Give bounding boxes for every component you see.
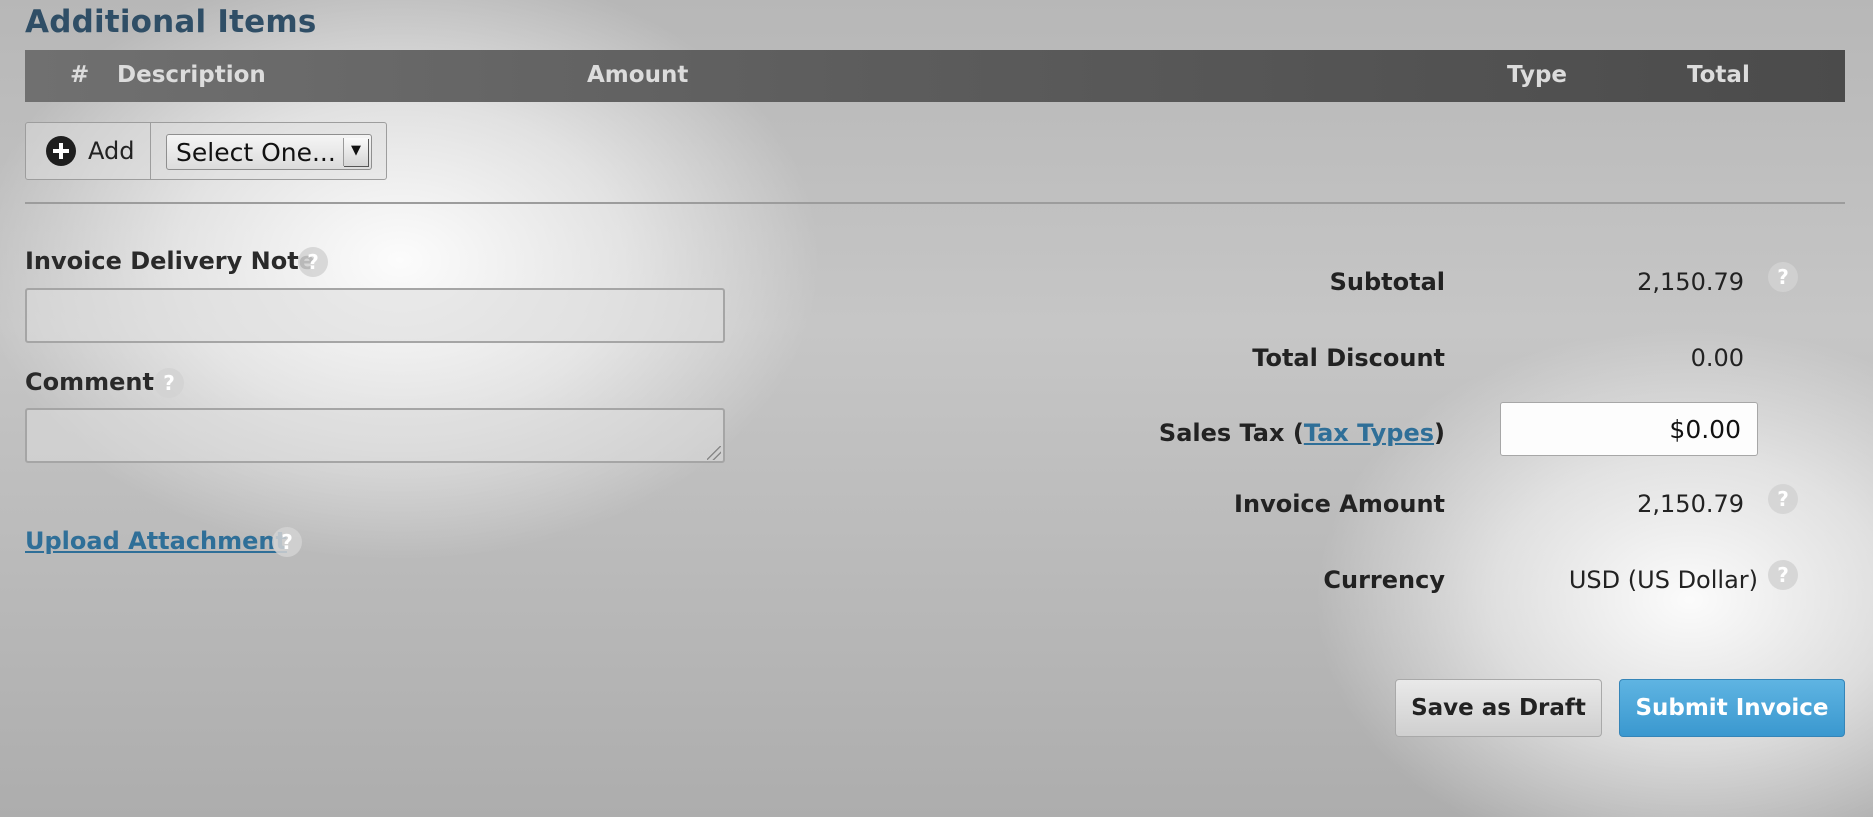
delivery-note-label: Invoice Delivery Note: [25, 247, 315, 275]
save-as-draft-button[interactable]: Save as Draft: [1395, 679, 1602, 737]
resize-handle-icon[interactable]: [707, 446, 721, 460]
column-header-description: Description: [117, 62, 266, 88]
item-type-select[interactable]: Select One... ▼: [166, 134, 372, 170]
items-table-header: # Description Amount Type Total: [25, 50, 1845, 102]
comment-label: Comment: [25, 368, 154, 396]
column-header-amount: Amount: [587, 62, 689, 88]
subtotal-label: Subtotal: [1329, 268, 1445, 296]
section-title: Additional Items: [25, 4, 317, 40]
subtotal-value: 2,150.79: [1637, 268, 1744, 296]
plus-circle-icon: [46, 136, 76, 166]
add-item-toolbar: Add Select One... ▼: [25, 122, 387, 180]
upload-help-icon[interactable]: ?: [272, 527, 302, 557]
sales-tax-label-close: ): [1434, 419, 1445, 447]
comment-help-icon[interactable]: ?: [154, 368, 184, 398]
currency-label: Currency: [1323, 566, 1445, 594]
column-header-number: #: [70, 62, 90, 88]
sales-tax-input[interactable]: [1500, 402, 1758, 456]
invoice-amount-label: Invoice Amount: [1234, 490, 1445, 518]
upload-attachment-link[interactable]: Upload Attachment: [25, 527, 287, 555]
total-discount-value: 0.00: [1690, 344, 1744, 372]
column-header-total: Total: [1687, 62, 1750, 88]
sales-tax-label-text: Sales Tax (: [1158, 419, 1304, 447]
comment-textarea[interactable]: [25, 408, 725, 463]
tax-types-link[interactable]: Tax Types: [1304, 419, 1434, 447]
invoice-amount-value: 2,150.79: [1637, 490, 1744, 518]
sales-tax-label: Sales Tax (Tax Types): [1159, 419, 1445, 447]
section-divider: [25, 202, 1845, 204]
currency-help-icon[interactable]: ?: [1768, 560, 1798, 590]
column-header-type: Type: [1507, 62, 1568, 88]
total-discount-label: Total Discount: [1252, 344, 1445, 372]
subtotal-help-icon[interactable]: ?: [1768, 262, 1798, 292]
invoice-amount-help-icon[interactable]: ?: [1768, 484, 1798, 514]
delivery-note-input[interactable]: [25, 288, 725, 343]
add-item-label: Add: [88, 137, 135, 165]
add-item-button[interactable]: Add: [26, 123, 151, 179]
item-type-select-value: Select One...: [176, 138, 336, 167]
delivery-note-help-icon[interactable]: ?: [298, 247, 328, 277]
chevron-down-icon: ▼: [343, 138, 368, 166]
currency-value: USD (US Dollar): [1568, 566, 1758, 594]
submit-invoice-button[interactable]: Submit Invoice: [1619, 679, 1845, 737]
